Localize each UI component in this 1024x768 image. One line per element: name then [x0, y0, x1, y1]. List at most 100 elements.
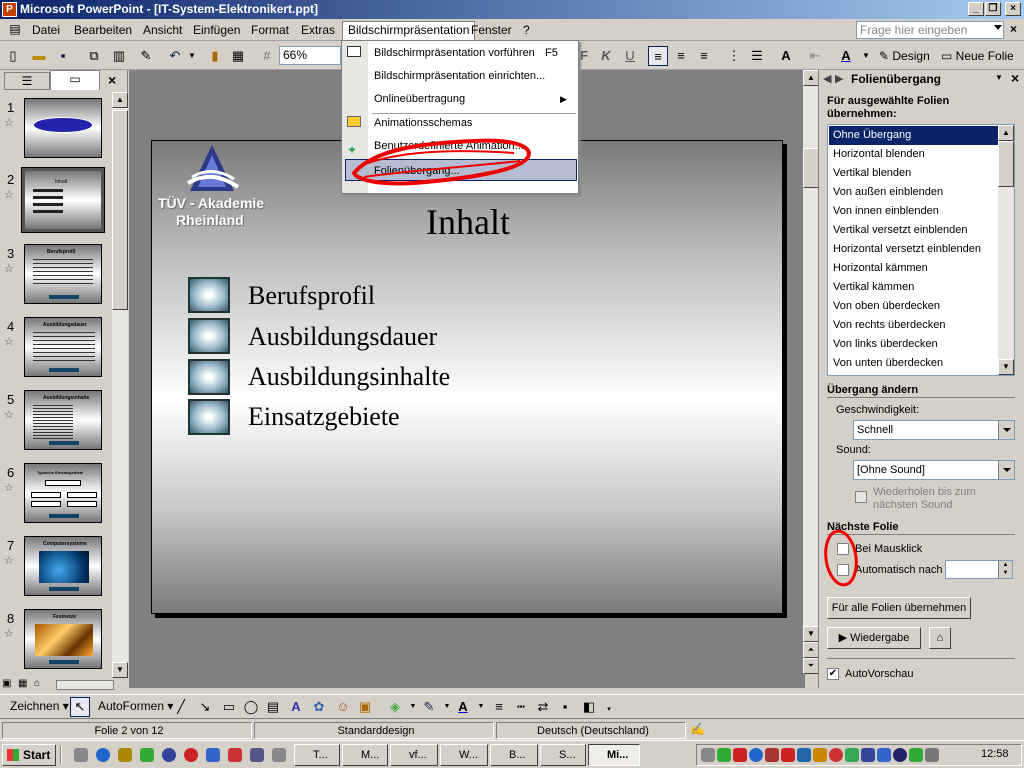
align-left-icon[interactable]: ≡ [648, 46, 668, 66]
tray-icon[interactable] [877, 748, 891, 762]
speed-select[interactable]: Schnell [853, 420, 1015, 440]
menu-extras[interactable]: Extras [296, 22, 340, 39]
slide-thumbnail-3[interactable]: 3 ☆ Berufsprofil [0, 244, 112, 314]
list-item[interactable]: Von rechts überdecken [829, 316, 999, 335]
dash-style-icon[interactable]: ┅ [512, 698, 530, 715]
app-icon[interactable] [228, 748, 242, 762]
tray-icon[interactable] [861, 748, 875, 762]
chevron-down-icon[interactable] [994, 25, 1002, 30]
shadow-icon[interactable]: ▪ [556, 698, 574, 715]
slide-thumbnail-6[interactable]: 6 ☆ Typische Einsatzgebiete [0, 463, 112, 533]
slide-thumbnail-4[interactable]: 4 ☆ Ausbildungsdauer [0, 317, 112, 387]
close-document-icon[interactable]: × [1010, 22, 1017, 36]
slide-thumbnail-1[interactable]: 1 ☆ [0, 98, 112, 168]
rectangle-icon[interactable]: ▭ [220, 698, 238, 715]
underline-icon[interactable]: U [620, 46, 640, 66]
task-button-active[interactable]: Mi... [588, 744, 640, 766]
play-button[interactable]: ▶ Wiedergabe [827, 627, 921, 649]
auto-advance-time-input[interactable]: ▲ ▼ [945, 560, 1013, 579]
3d-icon[interactable]: ◧ [580, 698, 598, 715]
app-icon[interactable] [162, 748, 176, 762]
app-icon[interactable] [250, 748, 264, 762]
font-color-icon[interactable]: A [454, 698, 472, 715]
app-icon[interactable] [184, 748, 198, 762]
close-button[interactable]: × [1005, 2, 1021, 16]
grid-icon[interactable]: # [258, 47, 276, 64]
oval-icon[interactable]: ◯ [242, 698, 260, 715]
back-arrow-icon[interactable]: ◀ [823, 72, 831, 85]
undo-icon[interactable]: ↶ [166, 47, 184, 64]
forward-arrow-icon[interactable]: ▶ [835, 72, 843, 85]
scroll-up-icon[interactable]: ▲ [998, 125, 1014, 141]
slide-thumbnail-2[interactable]: 2 ☆ Inhalt [0, 167, 112, 240]
previous-slide-icon[interactable]: ⏶ [803, 642, 819, 658]
tray-icon[interactable] [925, 748, 939, 762]
menu-datei[interactable]: Datei [27, 22, 65, 39]
design-button[interactable]: ✎ Design [876, 46, 933, 66]
align-right-icon[interactable]: ≡ [694, 46, 714, 66]
apply-all-slides-button[interactable]: Für alle Folien übernehmen [827, 597, 971, 619]
bullet-item[interactable]: Ausbildungsinhalte [248, 362, 450, 392]
task-button[interactable]: B... [490, 744, 538, 766]
slide-thumbnail-5[interactable]: 5 ☆ Ausbildungsinhalte [0, 390, 112, 460]
task-button[interactable]: M... [342, 744, 388, 766]
menu-bildschirmpraesentation[interactable]: Bildschirmpräsentation [342, 21, 476, 41]
save-icon[interactable]: ▪ [54, 47, 72, 64]
slideshow-button[interactable]: ⌂ [929, 627, 951, 649]
scroll-thumb[interactable] [998, 141, 1014, 187]
autopreview-checkbox[interactable]: ✔ [827, 668, 839, 680]
arrow-icon[interactable]: ↘ [196, 698, 214, 715]
zoom-input[interactable]: 66% [279, 46, 341, 65]
clipart-icon[interactable]: ☺ [334, 698, 352, 715]
tray-icon[interactable] [845, 748, 859, 762]
increase-font-icon[interactable]: A [776, 46, 796, 66]
menu-item-start-show[interactable]: Bildschirmpräsentation vorführen F5 [342, 42, 578, 64]
scroll-down-icon[interactable]: ▼ [998, 359, 1014, 375]
list-scrollbar[interactable]: ▲ ▼ [998, 125, 1014, 375]
new-document-icon[interactable]: ▯ [4, 47, 22, 64]
fill-color-icon[interactable]: ◈ [386, 698, 404, 715]
tray-icon[interactable] [909, 748, 923, 762]
scroll-up-icon[interactable]: ▲ [803, 70, 819, 86]
desktop-icon[interactable] [74, 748, 88, 762]
browser-icon[interactable] [96, 748, 110, 762]
chevron-down-icon[interactable]: ▼ [995, 73, 1003, 82]
task-button[interactable]: T... [294, 744, 340, 766]
paste-icon[interactable]: ▥ [110, 47, 128, 64]
scroll-thumb[interactable] [112, 110, 128, 310]
menu-help[interactable]: ? [518, 22, 535, 39]
list-item[interactable]: Ohne Übergang [829, 126, 999, 145]
horizontal-scrollbar[interactable] [56, 680, 114, 690]
scroll-thumb[interactable] [803, 148, 819, 188]
document-icon[interactable]: ▤ [6, 21, 24, 38]
list-item[interactable]: Vertikal versetzt einblenden [829, 221, 999, 240]
task-button[interactable]: S... [540, 744, 586, 766]
tray-icon[interactable] [829, 748, 843, 762]
repeat-sound-checkbox[interactable] [855, 491, 867, 503]
bullet-list-icon[interactable]: ☰ [747, 46, 767, 66]
app-icon[interactable] [272, 748, 286, 762]
align-center-icon[interactable]: ≡ [671, 46, 691, 66]
italic-icon[interactable]: K [596, 46, 616, 66]
tab-outline[interactable]: ☰ [4, 72, 50, 90]
insert-table-icon[interactable]: ▦ [229, 47, 247, 64]
tray-icon[interactable] [733, 748, 747, 762]
slide-sorter-icon[interactable]: ▦ [18, 678, 27, 689]
arrow-style-icon[interactable]: ⇄ [534, 698, 552, 715]
tray-icon[interactable] [813, 748, 827, 762]
line-style-icon[interactable]: ≡ [490, 698, 508, 715]
line-icon[interactable]: ╱ [172, 698, 190, 715]
scroll-up-icon[interactable]: ▲ [112, 92, 128, 108]
tray-icon[interactable] [797, 748, 811, 762]
select-pointer-icon[interactable]: ↖ [70, 697, 90, 717]
close-pane-icon[interactable]: × [108, 72, 116, 88]
wordart-icon[interactable]: A [287, 698, 305, 715]
bullet-item[interactable]: Ausbildungsdauer [248, 322, 437, 352]
tray-icon[interactable] [717, 748, 731, 762]
picture-icon[interactable]: ▣ [356, 698, 374, 715]
slides-scrollbar[interactable]: ▲ ▼ [112, 92, 128, 678]
list-item[interactable]: Von innen einblenden [829, 202, 999, 221]
scroll-down-icon[interactable]: ▼ [803, 626, 819, 642]
chevron-down-icon[interactable]: ▼ [856, 46, 876, 66]
format-painter-icon[interactable]: ✎ [137, 47, 155, 64]
